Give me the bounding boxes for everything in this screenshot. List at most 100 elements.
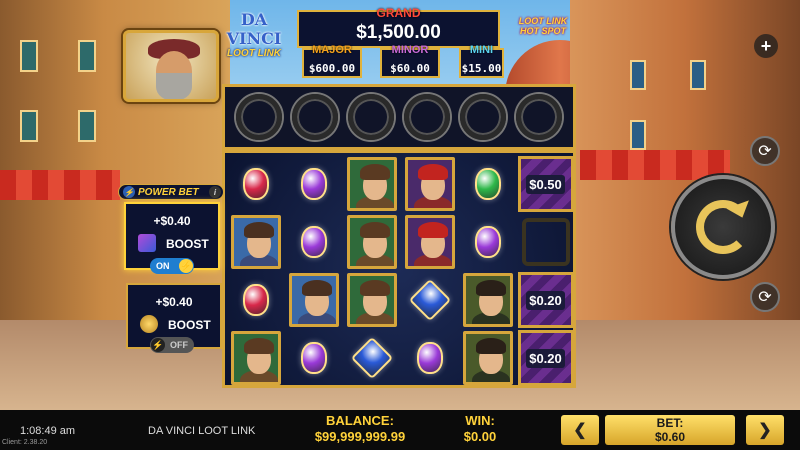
gem-purple-symbol (300, 226, 327, 258)
reel-grid: $0.50 $0.20 $0.20 (222, 150, 576, 388)
reel-cell: $0.20 (517, 329, 574, 387)
gem-blue-symbol (350, 336, 393, 380)
boost-amount: +$0.40 (155, 295, 193, 309)
boost-label: BOOST (168, 318, 211, 332)
logo-subtitle: LOOT LINK (227, 48, 281, 59)
menu-plus-button[interactable]: + (754, 34, 778, 58)
empty-frame-symbol (521, 218, 570, 266)
reel-cell (343, 271, 400, 329)
empty-ring-slot (292, 94, 338, 140)
portrait-mona-symbol (462, 331, 513, 385)
reel-cell (459, 155, 516, 213)
gem-green-symbol (474, 168, 501, 200)
portrait-lady-symbol (346, 215, 397, 269)
boost-toggle-on[interactable]: ON ⚡ (150, 258, 194, 274)
cash-value: $0.20 (526, 348, 565, 368)
portrait-lady-symbol (230, 331, 281, 385)
win-label: WIN: (465, 413, 495, 428)
mini-jackpot-label: MINI (469, 44, 494, 56)
cash-symbol: $0.20 (517, 272, 574, 328)
bet-label: BET: (656, 416, 684, 430)
bet-value: $0.60 (654, 430, 686, 444)
reel-cell (401, 213, 458, 271)
major-jackpot-label: MAJOR (312, 44, 352, 56)
gem-purple-symbol (474, 226, 501, 258)
boost-label: BOOST (166, 237, 209, 251)
portrait-man-symbol (404, 215, 455, 269)
gem-red-symbol (242, 284, 269, 316)
gem-purple-symbol (300, 168, 327, 200)
spin-arrow-icon (696, 200, 750, 254)
minor-jackpot-value: $60.00 (390, 62, 430, 75)
lightning-bolt-icon: ⚡ (123, 186, 135, 198)
bet-decrease-button[interactable]: ❮ (561, 415, 599, 445)
game-stage: DA VINCI LOOT LINK LOOT LINK HOT SPOT GR… (0, 0, 800, 450)
gem-red-symbol (242, 168, 269, 200)
balance-value: $99,999,999.99 (314, 429, 406, 444)
major-jackpot: MAJOR $600.00 (302, 44, 362, 78)
power-bet-header: ⚡ POWER BET i (118, 184, 224, 200)
empty-ring-slot (348, 94, 394, 140)
davinci-portrait (123, 30, 219, 102)
grand-jackpot: GRAND $1,500.00 (297, 6, 500, 48)
empty-ring-slot (516, 94, 562, 140)
coin-boost-icon (140, 315, 158, 333)
reel-cell (401, 155, 458, 213)
toggle-state-label: ON (156, 261, 170, 271)
reel-cell (343, 213, 400, 271)
loot-ring-row (222, 84, 576, 150)
bet-display[interactable]: BET: $0.60 (605, 415, 735, 445)
reel-cell (227, 329, 284, 387)
cash-value: $0.50 (526, 174, 565, 194)
reel-cell (517, 213, 574, 271)
hot-spot-logo: LOOT LINK HOT SPOT (506, 16, 580, 40)
empty-ring-slot (236, 94, 282, 140)
bet-increase-button[interactable]: ❯ (746, 415, 784, 445)
boost-toggle-off[interactable]: ⚡ OFF (150, 337, 194, 353)
game-title: DA VINCI LOOT LINK (148, 425, 256, 437)
autoplay-button[interactable]: ⟳ (750, 136, 780, 166)
spin-button[interactable] (671, 175, 775, 279)
reel-cell (401, 271, 458, 329)
hot-spot-logo-line2: HOT SPOT (519, 26, 566, 36)
boost-amount: +$0.40 (153, 214, 191, 228)
info-icon[interactable]: i (209, 186, 221, 198)
reel-cell (343, 155, 400, 213)
grand-jackpot-value: $1,500.00 (356, 22, 441, 43)
logo-title: DA VINCI (226, 10, 282, 48)
game-logo: DA VINCI LOOT LINK (214, 10, 294, 59)
win-value: $0.00 (463, 429, 497, 444)
empty-ring-slot (460, 94, 506, 140)
reel-cell (459, 271, 516, 329)
reel-cell (285, 155, 342, 213)
balance-label: BALANCE: (326, 413, 394, 428)
empty-ring-slot (404, 94, 450, 140)
reel-cell: $0.20 (517, 271, 574, 329)
reel-cell (401, 329, 458, 387)
portrait-man-symbol (404, 157, 455, 211)
toggle-state-label: OFF (170, 340, 188, 350)
portrait-lady-bun-symbol (230, 215, 281, 269)
reel-cell (227, 271, 284, 329)
client-version: Client: 2.38.20 (2, 439, 48, 446)
reel-cell (285, 329, 342, 387)
hot-spot-logo-line1: LOOT LINK (518, 16, 568, 26)
turbo-button[interactable]: ⟳ (750, 282, 780, 312)
reel-cell: $0.50 (517, 155, 574, 213)
grand-jackpot-label: GRAND (376, 6, 421, 20)
cash-value: $0.20 (526, 290, 565, 310)
portrait-lady-symbol (346, 157, 397, 211)
minor-jackpot: MINOR $60.00 (380, 44, 440, 78)
portrait-mona-symbol (462, 273, 513, 327)
gem-purple-symbol (300, 342, 327, 374)
reel-cell (285, 213, 342, 271)
reel-cell (343, 329, 400, 387)
gem-blue-symbol (408, 278, 451, 322)
mini-jackpot-value: $15.00 (461, 62, 502, 75)
power-bet-title: POWER BET (138, 186, 199, 198)
major-jackpot-value: $600.00 (308, 62, 356, 75)
portrait-lady-bun-symbol (288, 273, 339, 327)
cash-symbol: $0.20 (517, 330, 574, 386)
lightning-bolt-icon: ⚡ (179, 259, 193, 273)
cash-symbol: $0.50 (517, 156, 574, 212)
